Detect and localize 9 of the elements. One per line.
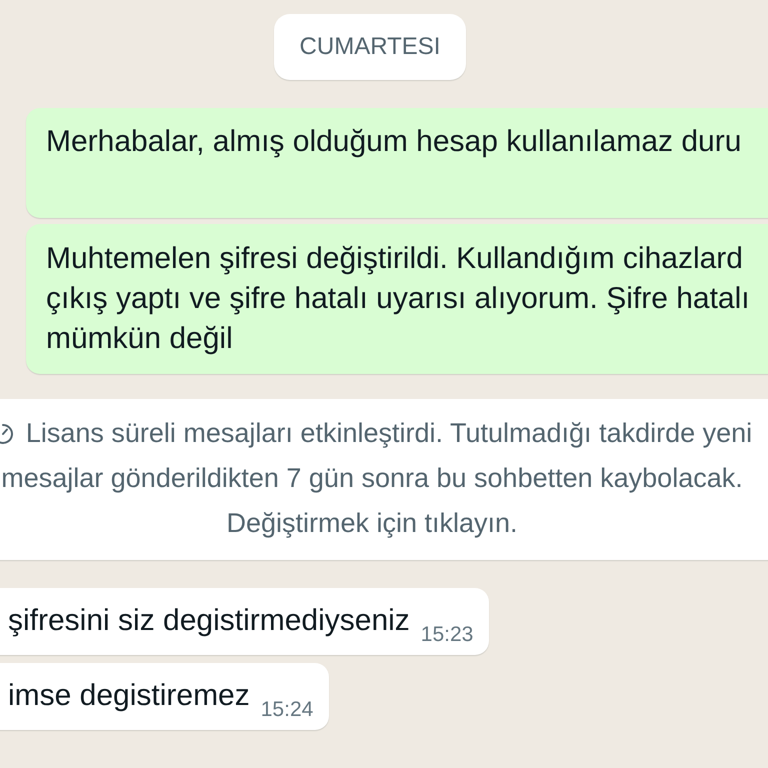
message-text: Merhabalar, almış olduğum hesap kullanılamaz duru <box>46 124 742 160</box>
notice-text: mesajlar gönderildikten 7 gün sonra bu sohbetten kaybolacak. Değiştirmek için tıklayın. <box>0 462 744 540</box>
message-text: Muhtemelen şifresi değiştirildi. Kullandığım cihazlard çıkış yaptı ve şifre hatalı uyarısı alıyorum. Şifre hatalı mümkün değil <box>46 241 751 357</box>
message-text: şifresini siz degistirmediyseniz <box>8 603 410 639</box>
notice-text: Lisans süreli mesajları etkinleştirdi. Tutulmadığı takdirde yeni <box>26 417 752 450</box>
message-time: 15:23 <box>420 623 474 647</box>
system-notice[interactable]: Lisans süreli mesajları etkinleştirdi. Tutulmadığı takdirde yeni mesajlar gönderildikten 7 gün sonra bu sohbetten kaybolacak. Değiştirmek için tıklayın. <box>0 399 768 560</box>
message-time: 15:24 <box>260 698 314 722</box>
message-text: imse degistiremez <box>8 678 250 714</box>
